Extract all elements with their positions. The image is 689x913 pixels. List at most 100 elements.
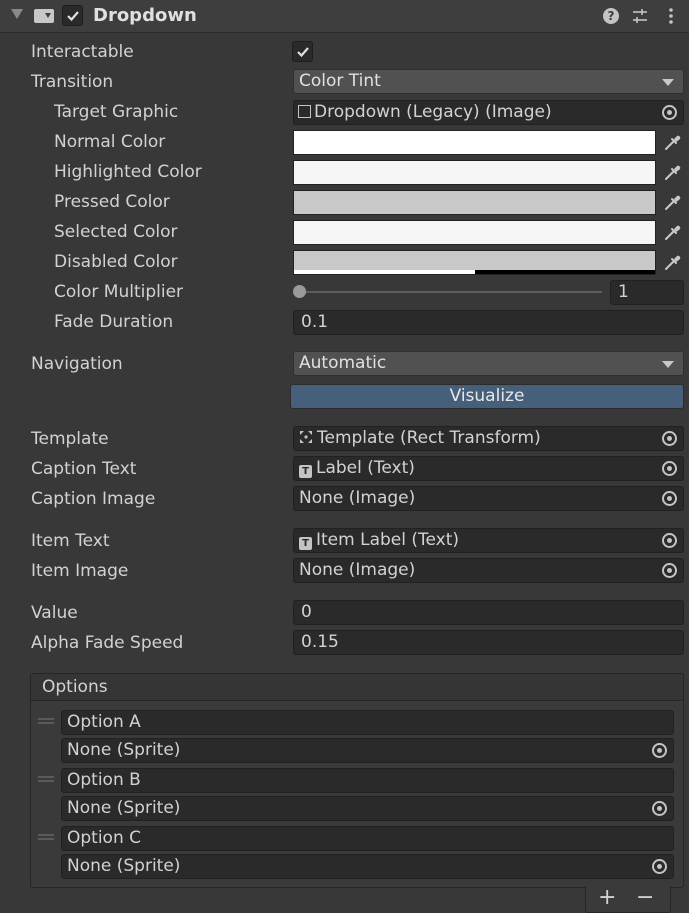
object-picker-icon[interactable] bbox=[652, 743, 667, 758]
template-field[interactable]: Template (Rect Transform) bbox=[293, 426, 684, 451]
option-text-input[interactable]: Option A bbox=[61, 710, 674, 735]
color-multiplier-slider-thumb[interactable] bbox=[293, 285, 306, 298]
option-sprite-field[interactable]: None (Sprite) bbox=[61, 738, 674, 763]
navigation-value: Automatic bbox=[299, 353, 387, 373]
caption-image-field[interactable]: None (Image) bbox=[293, 486, 684, 511]
options-title: Options bbox=[42, 677, 108, 697]
chevron-down-icon bbox=[662, 361, 674, 368]
remove-option-button[interactable]: − bbox=[636, 885, 654, 910]
object-picker-icon[interactable] bbox=[662, 533, 677, 548]
value-input[interactable]: 0 bbox=[293, 600, 684, 625]
eyedropper-icon[interactable] bbox=[660, 250, 684, 275]
option-sprite-field[interactable]: None (Sprite) bbox=[61, 854, 674, 879]
item-image-value: None (Image) bbox=[299, 560, 416, 580]
object-picker-icon[interactable] bbox=[652, 801, 667, 816]
rect-transform-icon bbox=[299, 428, 313, 443]
color-swatch[interactable] bbox=[293, 190, 656, 215]
option-sprite-value: None (Sprite) bbox=[67, 798, 181, 818]
item-image-field[interactable]: None (Image) bbox=[293, 558, 684, 583]
object-picker-icon[interactable] bbox=[662, 431, 677, 446]
interactable-label: Interactable bbox=[31, 42, 134, 62]
value-value: 0 bbox=[301, 602, 312, 622]
option-text-input[interactable]: Option B bbox=[61, 768, 674, 793]
color-row-label: Highlighted Color bbox=[54, 162, 202, 182]
alpha-fade-speed-value: 0.15 bbox=[301, 632, 339, 652]
caption-image-label: Caption Image bbox=[31, 489, 156, 509]
eyedropper-icon[interactable] bbox=[660, 190, 684, 215]
eyedropper-icon[interactable] bbox=[660, 220, 684, 245]
object-picker-icon[interactable] bbox=[662, 563, 677, 578]
template-label: Template bbox=[31, 429, 109, 449]
alpha-bar bbox=[294, 270, 655, 274]
caption-text-value: Label (Text) bbox=[316, 458, 415, 478]
value-label: Value bbox=[31, 603, 78, 623]
option-text-value: Option C bbox=[67, 828, 142, 848]
navigation-label: Navigation bbox=[31, 354, 123, 374]
target-graphic-label: Target Graphic bbox=[54, 102, 179, 122]
drag-handle-icon[interactable] bbox=[38, 776, 54, 782]
color-multiplier-label: Color Multiplier bbox=[54, 282, 184, 302]
caption-text-field[interactable]: T Label (Text) bbox=[293, 456, 684, 481]
component-title: Dropdown bbox=[93, 5, 197, 26]
color-multiplier-value: 1 bbox=[618, 282, 629, 302]
caption-text-label: Caption Text bbox=[31, 459, 137, 479]
object-picker-icon[interactable] bbox=[652, 859, 667, 874]
option-text-value: Option B bbox=[67, 770, 141, 790]
caption-image-value: None (Image) bbox=[299, 488, 416, 508]
alpha-fade-speed-label: Alpha Fade Speed bbox=[31, 633, 184, 653]
more-icon[interactable] bbox=[663, 7, 679, 25]
presets-icon[interactable] bbox=[632, 8, 648, 24]
item-text-field[interactable]: T Item Label (Text) bbox=[293, 528, 684, 553]
transition-label: Transition bbox=[31, 72, 114, 92]
transition-value: Color Tint bbox=[299, 71, 381, 91]
option-text-value: Option A bbox=[67, 712, 141, 732]
object-picker-icon[interactable] bbox=[662, 491, 677, 506]
object-picker-icon[interactable] bbox=[662, 461, 677, 476]
color-swatch[interactable] bbox=[293, 250, 656, 275]
fade-duration-label: Fade Duration bbox=[54, 312, 174, 332]
color-row-label: Normal Color bbox=[54, 132, 166, 152]
target-graphic-value: Dropdown (Legacy) (Image) bbox=[314, 102, 552, 122]
object-picker-icon[interactable] bbox=[662, 105, 677, 120]
image-icon bbox=[298, 105, 311, 118]
template-value: Template (Rect Transform) bbox=[317, 428, 541, 448]
item-text-label: Item Text bbox=[31, 531, 110, 551]
color-row-label: Pressed Color bbox=[54, 192, 170, 212]
add-option-button[interactable]: + bbox=[598, 885, 616, 910]
visualize-button[interactable]: Visualize bbox=[290, 384, 684, 409]
item-image-label: Item Image bbox=[31, 561, 129, 581]
foldout-arrow-icon[interactable] bbox=[11, 9, 23, 19]
drag-handle-icon[interactable] bbox=[38, 834, 54, 840]
fade-duration-value: 0.1 bbox=[301, 312, 329, 332]
help-icon[interactable]: ? bbox=[603, 8, 619, 24]
dropdown-component-icon bbox=[34, 9, 54, 23]
component-enabled-checkbox[interactable] bbox=[62, 5, 83, 26]
option-sprite-value: None (Sprite) bbox=[67, 740, 181, 760]
color-row-label: Disabled Color bbox=[54, 252, 178, 272]
component-header[interactable]: Dropdown ? bbox=[0, 0, 689, 33]
text-component-icon: T bbox=[299, 465, 312, 478]
options-list-header[interactable]: Options bbox=[30, 673, 684, 701]
transition-dropdown[interactable]: Color Tint bbox=[293, 69, 684, 94]
interactable-checkbox[interactable] bbox=[292, 41, 313, 62]
text-component-icon: T bbox=[299, 537, 312, 550]
options-list-footer: + − bbox=[585, 885, 671, 913]
color-swatch[interactable] bbox=[293, 220, 656, 245]
color-swatch[interactable] bbox=[293, 160, 656, 185]
drag-handle-icon[interactable] bbox=[38, 718, 54, 724]
color-swatch[interactable] bbox=[293, 130, 656, 155]
option-sprite-value: None (Sprite) bbox=[67, 856, 181, 876]
color-row-label: Selected Color bbox=[54, 222, 178, 242]
chevron-down-icon bbox=[662, 79, 674, 86]
eyedropper-icon[interactable] bbox=[660, 160, 684, 185]
target-graphic-field[interactable]: Dropdown (Legacy) (Image) bbox=[293, 100, 684, 125]
alpha-fade-speed-input[interactable]: 0.15 bbox=[293, 630, 684, 655]
color-multiplier-input[interactable]: 1 bbox=[610, 280, 684, 305]
eyedropper-icon[interactable] bbox=[660, 130, 684, 155]
item-text-value: Item Label (Text) bbox=[316, 530, 460, 550]
option-text-input[interactable]: Option C bbox=[61, 826, 674, 851]
option-sprite-field[interactable]: None (Sprite) bbox=[61, 796, 674, 821]
navigation-dropdown[interactable]: Automatic bbox=[293, 351, 684, 376]
color-multiplier-slider-track[interactable] bbox=[299, 291, 602, 293]
fade-duration-input[interactable]: 0.1 bbox=[293, 310, 684, 335]
